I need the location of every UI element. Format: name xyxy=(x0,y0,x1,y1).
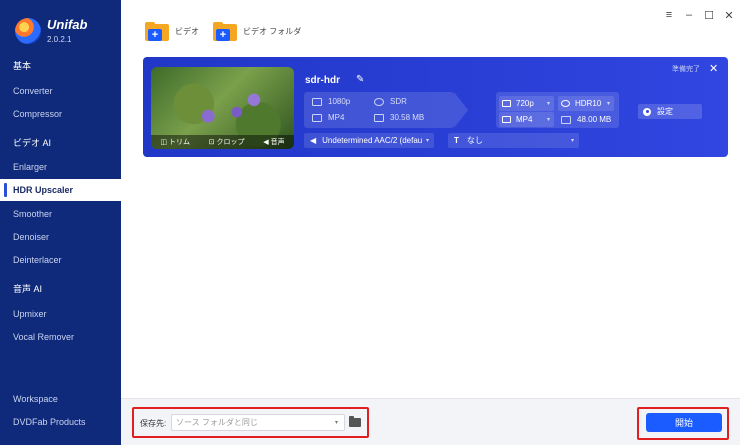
edit-name-icon[interactable]: ✎ xyxy=(356,74,364,85)
output-dynamic-range-select[interactable]: HDR10 ▾ xyxy=(558,96,614,111)
settings-button[interactable]: 設定 xyxy=(638,104,702,119)
crop-button[interactable]: ⊡ クロップ xyxy=(209,137,245,147)
start-button[interactable]: 開始 xyxy=(646,413,722,432)
save-location-select[interactable]: ソース フォルダと同じ xyxy=(171,414,345,431)
chevron-down-icon: ▾ xyxy=(335,420,339,426)
add-video-icon: + xyxy=(145,22,169,41)
nav-group-basic: 基本 xyxy=(13,61,32,71)
sidebar-item-upmixer[interactable]: Upmixer xyxy=(0,303,121,325)
add-video-button[interactable]: + ビデオ xyxy=(145,22,199,41)
output-size: 48.00 MB xyxy=(561,115,611,124)
source-format: MP4 xyxy=(312,113,344,122)
chevron-down-icon: ▾ xyxy=(425,138,429,144)
speaker-icon: ◀ xyxy=(310,136,317,145)
sidebar-item-denoiser[interactable]: Denoiser xyxy=(0,226,121,248)
sidebar-item-compressor[interactable]: Compressor xyxy=(0,103,121,125)
crop-icon: ⊡ xyxy=(208,139,215,146)
sidebar-item-dvdfab-products[interactable]: DVDFab Products xyxy=(0,411,121,433)
add-video-label: ビデオ xyxy=(175,27,199,36)
maximize-icon[interactable]: ☐ xyxy=(701,8,717,22)
text-icon: T xyxy=(454,136,459,145)
thumbnail-toolbar: ◫ トリム ⊡ クロップ ◀ 音声 xyxy=(151,135,294,149)
sidebar-item-hdr-upscaler[interactable]: HDR Upscaler xyxy=(0,179,121,201)
chevron-down-icon: ▾ xyxy=(570,138,574,144)
video-format-icon xyxy=(502,116,511,123)
browse-folder-icon[interactable] xyxy=(349,416,361,427)
file-size-icon xyxy=(374,113,384,122)
chevron-down-icon: ▾ xyxy=(606,101,610,107)
source-size: 30.58 MB xyxy=(374,113,424,122)
task-status: 準備完了 xyxy=(672,66,700,73)
sidebar: Unifab 2.0.2.1 基本 Converter Compressor ビ… xyxy=(0,0,121,445)
conversion-arrow-icon xyxy=(454,92,468,128)
unifab-logo-icon xyxy=(15,18,41,44)
sidebar-item-workspace[interactable]: Workspace xyxy=(0,388,121,410)
file-size-icon xyxy=(561,115,571,124)
add-folder-label: ビデオ フォルダ xyxy=(243,27,302,36)
audio-track-select[interactable]: ◀ Undetermined AAC/2 (defau ▾ xyxy=(304,133,434,148)
source-resolution: 1080p xyxy=(312,97,350,106)
minimize-icon[interactable]: – xyxy=(681,8,697,22)
chevron-down-icon: ▾ xyxy=(546,117,550,123)
menu-icon[interactable]: ≡ xyxy=(661,8,677,22)
speaker-icon: ◀ xyxy=(263,139,269,146)
close-window-icon[interactable]: ✕ xyxy=(721,8,737,22)
app-name: Unifab xyxy=(47,17,88,32)
nav-group-video-ai: ビデオ AI xyxy=(13,138,52,148)
nav-group-audio-ai: 音声 AI xyxy=(13,284,43,294)
audio-button[interactable]: ◀ 音声 xyxy=(263,137,284,147)
file-name: sdr-hdr xyxy=(305,75,340,86)
monitor-icon xyxy=(502,100,511,107)
add-folder-icon: + xyxy=(213,22,237,41)
subtitle-select[interactable]: T なし ▾ xyxy=(448,133,579,148)
chevron-down-icon: ▾ xyxy=(546,101,550,107)
remove-task-icon[interactable]: ✕ xyxy=(709,62,718,75)
contrast-icon xyxy=(374,97,384,106)
app-version: 2.0.2.1 xyxy=(47,35,72,44)
monitor-icon xyxy=(312,97,322,106)
sidebar-item-converter[interactable]: Converter xyxy=(0,80,121,102)
sidebar-item-smoother[interactable]: Smoother xyxy=(0,203,121,225)
save-location-label: 保存先: xyxy=(140,419,167,428)
sidebar-item-enlarger[interactable]: Enlarger xyxy=(0,156,121,178)
output-resolution-select[interactable]: 720p ▾ xyxy=(499,96,554,111)
sidebar-item-vocal-remover[interactable]: Vocal Remover xyxy=(0,326,121,348)
output-format-select[interactable]: MP4 ▾ xyxy=(499,112,554,127)
app-logo: Unifab 2.0.2.1 xyxy=(15,18,87,44)
video-format-icon xyxy=(312,113,322,122)
gear-icon xyxy=(643,107,651,116)
source-dynamic-range: SDR xyxy=(374,97,407,106)
add-folder-button[interactable]: + ビデオ フォルダ xyxy=(213,22,301,41)
sidebar-item-deinterlacer[interactable]: Deinterlacer xyxy=(0,249,121,271)
trim-button[interactable]: ◫ トリム xyxy=(160,137,190,147)
contrast-icon xyxy=(561,100,570,107)
trim-icon: ◫ xyxy=(160,139,167,146)
